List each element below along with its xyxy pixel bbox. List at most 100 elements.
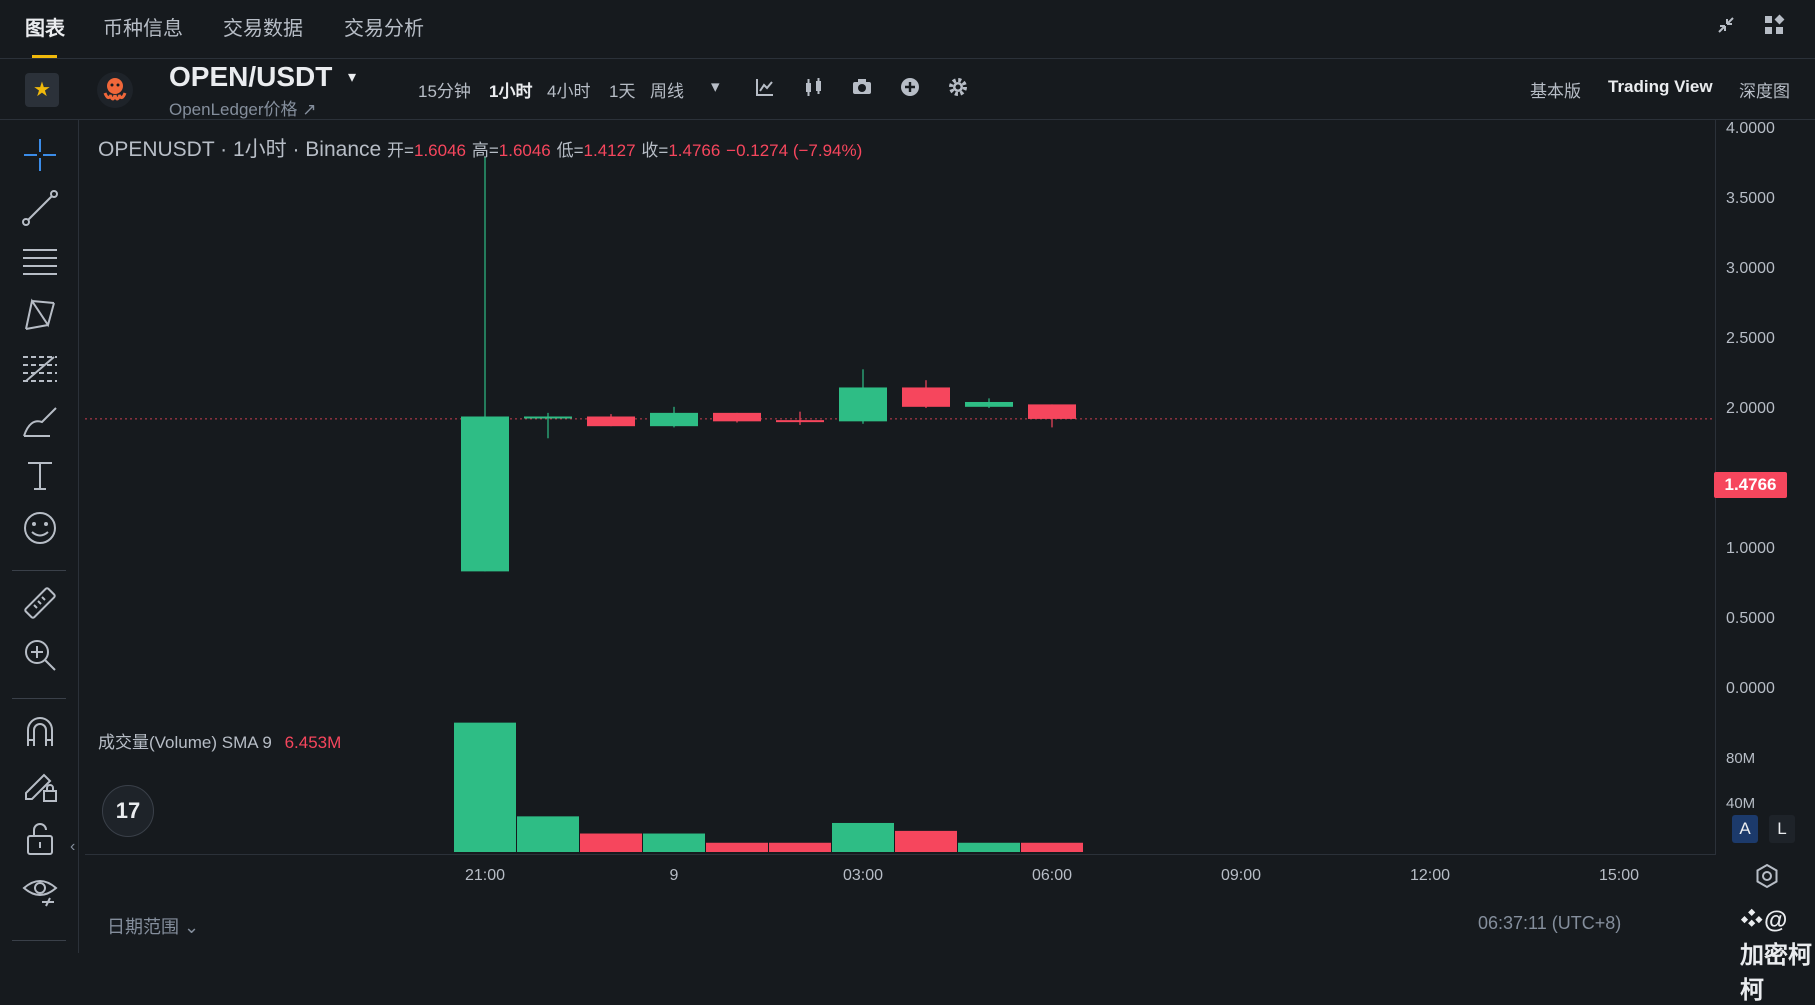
interval-more-icon[interactable]: ▾ <box>711 77 720 97</box>
ruler-icon[interactable] <box>20 583 60 623</box>
price-tick: 1.0000 <box>1726 540 1775 557</box>
toolbar-divider <box>12 940 66 941</box>
add-circle-icon[interactable] <box>898 76 922 100</box>
indicator-chart-icon[interactable] <box>753 76 777 100</box>
toolbar-divider <box>12 698 66 699</box>
time-tick: 12:00 <box>1409 867 1451 884</box>
tab-trading-data[interactable]: 交易数据 <box>223 12 303 41</box>
volume-bar <box>769 842 831 852</box>
price-tick: 3.5000 <box>1726 190 1775 207</box>
time-tick: 03:00 <box>842 867 884 884</box>
view-depth[interactable]: 深度图 <box>1739 77 1790 102</box>
high-label: 高= <box>471 141 499 160</box>
candle-body <box>1028 404 1076 419</box>
active-tab-indicator <box>32 55 57 58</box>
eye-icon[interactable] <box>20 870 60 910</box>
close-value: 1.4766 <box>668 141 721 160</box>
zoom-in-icon[interactable] <box>20 635 60 675</box>
interval-15m[interactable]: 15分钟 <box>418 77 471 102</box>
price-tick: 2.0000 <box>1726 400 1775 417</box>
tab-trading-analysis[interactable]: 交易分析 <box>344 12 424 41</box>
current-price-label: 1.4766 <box>1714 472 1787 498</box>
candle-body <box>650 412 698 427</box>
volume-bar <box>517 816 579 852</box>
emoji-icon[interactable] <box>20 508 60 548</box>
tab-coin-info[interactable]: 币种信息 <box>103 12 183 41</box>
time-axis[interactable]: 21:00 9 03:00 06:00 09:00 12:00 15:00 <box>85 854 1715 895</box>
interval-4h[interactable]: 4小时 <box>547 77 590 102</box>
layout-grid-icon[interactable] <box>1761 14 1787 40</box>
volume-bar <box>1021 842 1083 852</box>
legend-title: OPENUSDT · 1小时 · Binance <box>98 138 382 161</box>
price-tick: 0.0000 <box>1726 680 1775 697</box>
fib-retracement-icon[interactable] <box>20 348 60 388</box>
price-axis[interactable]: 4.0000 3.5000 3.0000 2.5000 2.0000 1.000… <box>1715 120 1815 720</box>
unlock-icon[interactable] <box>20 818 60 858</box>
view-trading-view[interactable]: Trading View <box>1608 77 1713 97</box>
open-label: 开= <box>387 141 414 160</box>
tab-chart[interactable]: 图表 <box>25 12 65 41</box>
view-basic[interactable]: 基本版 <box>1530 77 1581 102</box>
trend-line-icon[interactable] <box>20 188 60 228</box>
symbol-bar: ★ OPEN/USDT ▾ OpenLedger价格 ↗ 15分钟 1小时 4小… <box>0 59 1815 120</box>
openledger-logo-icon <box>96 71 134 109</box>
candle-body <box>902 387 950 407</box>
top-bar: 图表 币种信息 交易数据 交易分析 <box>0 0 1815 59</box>
bottom-bar: 日期范围 ⌄ 06:37:11 (UTC+8) @ 加密柯柯 <box>85 895 1815 1004</box>
auto-scale-button[interactable]: A <box>1732 815 1758 843</box>
time-tick: 15:00 <box>1598 867 1640 884</box>
price-tick: 4.0000 <box>1726 120 1775 137</box>
volume-bar <box>832 822 894 852</box>
volume-legend: 成交量(Volume) SMA 9 6.453M <box>98 728 341 753</box>
low-label: 低= <box>556 141 584 160</box>
sma-label: SMA 9 <box>221 733 272 752</box>
interval-weekly[interactable]: 周线 <box>650 77 684 102</box>
ohlc-legend: OPENUSDT · 1小时 · Binance 开=1.6046 高=1.60… <box>98 133 862 163</box>
interval-1d[interactable]: 1天 <box>609 77 635 102</box>
open-value: 1.6046 <box>413 141 466 160</box>
candle-body <box>524 416 572 419</box>
price-tick: 3.0000 <box>1726 260 1775 277</box>
collapse-toolbar-icon[interactable]: ‹ <box>70 838 75 856</box>
candlestick-type-icon[interactable] <box>802 76 826 100</box>
tradingview-logo-icon[interactable]: 17 <box>102 785 154 837</box>
brush-icon[interactable] <box>20 402 60 442</box>
interval-1h[interactable]: 1小时 <box>489 77 532 102</box>
candle-body <box>965 401 1013 407</box>
change-value: −0.1274 (−7.94%) <box>726 141 863 160</box>
date-range-dropdown[interactable]: 日期范围 ⌄ <box>107 913 199 939</box>
price-tick: 2.5000 <box>1726 330 1775 347</box>
pair-dropdown-icon[interactable]: ▾ <box>348 67 356 87</box>
low-value: 1.4127 <box>583 141 636 160</box>
price-tick: 0.5000 <box>1726 610 1775 627</box>
close-label: 收= <box>641 141 669 160</box>
camera-icon[interactable] <box>850 76 874 100</box>
collapse-icon[interactable] <box>1713 14 1739 40</box>
favorite-star-icon[interactable]: ★ <box>25 73 59 107</box>
time-tick: 09:00 <box>1220 867 1262 884</box>
clock-timezone[interactable]: 06:37:11 (UTC+8) <box>1478 913 1621 934</box>
text-tool-icon[interactable] <box>20 455 60 495</box>
volume-label: 成交量(Volume) <box>98 733 218 752</box>
time-tick: 06:00 <box>1031 867 1073 884</box>
volume-tick: 80M <box>1726 750 1756 767</box>
crosshair-icon[interactable] <box>20 135 60 175</box>
price-chart[interactable] <box>85 120 1715 720</box>
volume-axis[interactable]: 80M 40M <box>1715 715 1815 855</box>
pattern-tool-icon[interactable] <box>20 295 60 335</box>
log-scale-button[interactable]: L <box>1769 815 1795 843</box>
lock-drawing-icon[interactable] <box>20 765 60 805</box>
candle-body <box>587 416 635 427</box>
watermark: @ 加密柯柯 <box>1740 907 1815 1005</box>
pair-name[interactable]: OPEN/USDT <box>169 61 332 93</box>
horizontal-lines-icon[interactable] <box>20 242 60 282</box>
token-price-link[interactable]: OpenLedger价格 ↗ <box>169 95 317 120</box>
high-value: 1.6046 <box>498 141 551 160</box>
gear-icon[interactable] <box>946 76 970 100</box>
magnet-icon[interactable] <box>20 712 60 752</box>
candle-body <box>713 412 761 422</box>
chart-settings-icon[interactable] <box>1753 862 1781 890</box>
time-tick: 21:00 <box>464 867 506 884</box>
volume-bar <box>454 722 516 852</box>
candle-body <box>776 420 824 423</box>
